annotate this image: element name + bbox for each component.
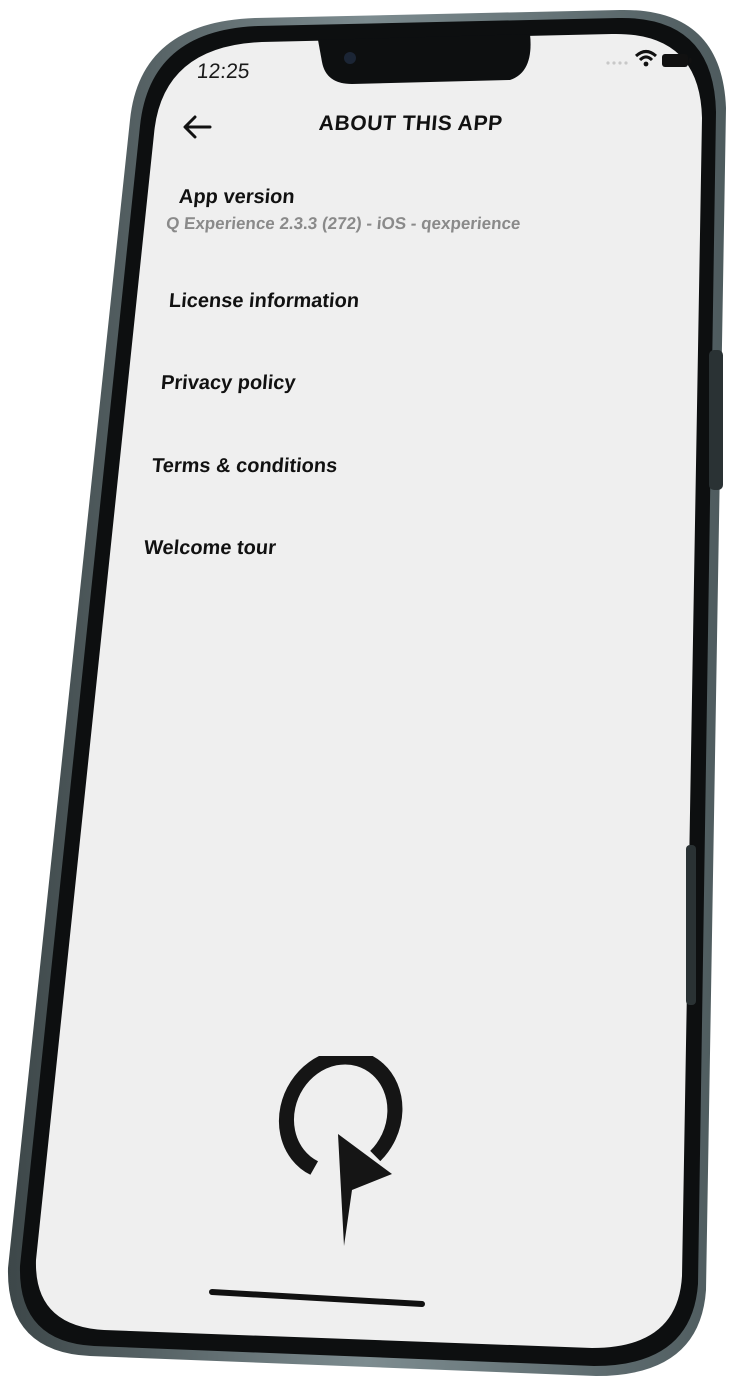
battery-icon (662, 54, 692, 67)
phone-mockup: 12:25 ABOUT THIS APP App version Q Exper… (0, 0, 734, 1380)
wifi-icon (634, 50, 658, 67)
menu-item-privacy-policy[interactable]: Privacy policy (160, 372, 296, 395)
app-version-value: Q Experience 2.3.3 (272) - iOS - qexperi… (165, 214, 522, 233)
menu-item-license-information[interactable]: License information (168, 290, 360, 313)
status-icons (606, 50, 692, 67)
page-title: ABOUT THIS APP (317, 112, 504, 135)
status-time: 12:25 (195, 60, 251, 83)
menu-item-welcome-tour[interactable]: Welcome tour (143, 537, 277, 560)
home-indicator[interactable] (208, 1284, 426, 1312)
q-play-logo-icon (278, 1056, 403, 1246)
arrow-left-icon[interactable] (180, 112, 214, 142)
app-screen: 12:25 ABOUT THIS APP App version Q Exper… (0, 0, 734, 1380)
menu-item-terms-conditions[interactable]: Terms & conditions (151, 455, 338, 478)
cellular-dots-icon (606, 61, 628, 65)
app-version-label: App version (178, 186, 296, 208)
